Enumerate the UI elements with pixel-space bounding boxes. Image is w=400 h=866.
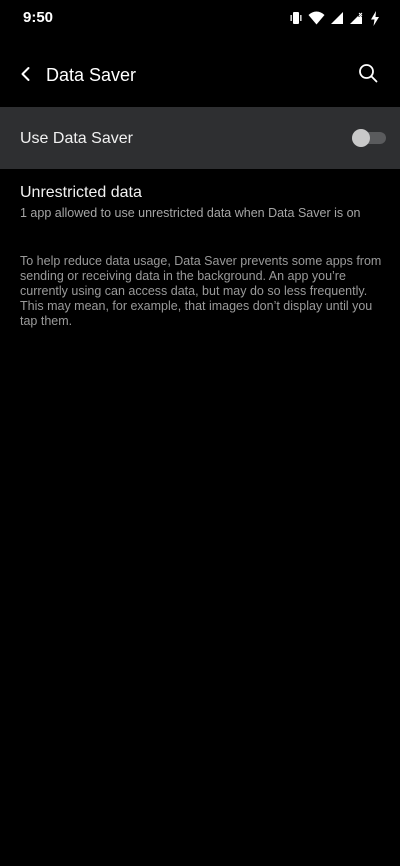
data-saver-description: To help reduce data usage, Data Saver pr…	[20, 254, 382, 328]
vibrate-icon	[289, 11, 303, 25]
data-saver-toggle[interactable]	[352, 129, 386, 147]
back-button[interactable]	[12, 62, 40, 90]
page-title: Data Saver	[46, 65, 137, 85]
back-arrow-icon	[19, 66, 33, 87]
status-time: 9:50	[23, 9, 54, 26]
toggle-thumb	[352, 129, 370, 147]
search-button[interactable]	[354, 61, 382, 89]
use-data-saver-label: Use Data Saver	[20, 130, 133, 147]
use-data-saver-row[interactable]: Use Data Saver	[0, 107, 400, 169]
status-icons	[289, 9, 380, 27]
status-bar: 9:50	[0, 0, 400, 36]
unrestricted-data-summary: 1 app allowed to use unrestricted data w…	[20, 206, 361, 220]
unrestricted-data-item[interactable]: Unrestricted data 1 app allowed to use u…	[0, 172, 400, 232]
search-icon	[358, 63, 378, 88]
wifi-icon	[308, 11, 325, 25]
signal-icon	[330, 11, 344, 25]
charging-icon	[370, 10, 380, 26]
app-bar: Data Saver	[0, 52, 400, 100]
unrestricted-data-title: Unrestricted data	[20, 184, 142, 201]
signal-x-icon	[349, 11, 365, 25]
